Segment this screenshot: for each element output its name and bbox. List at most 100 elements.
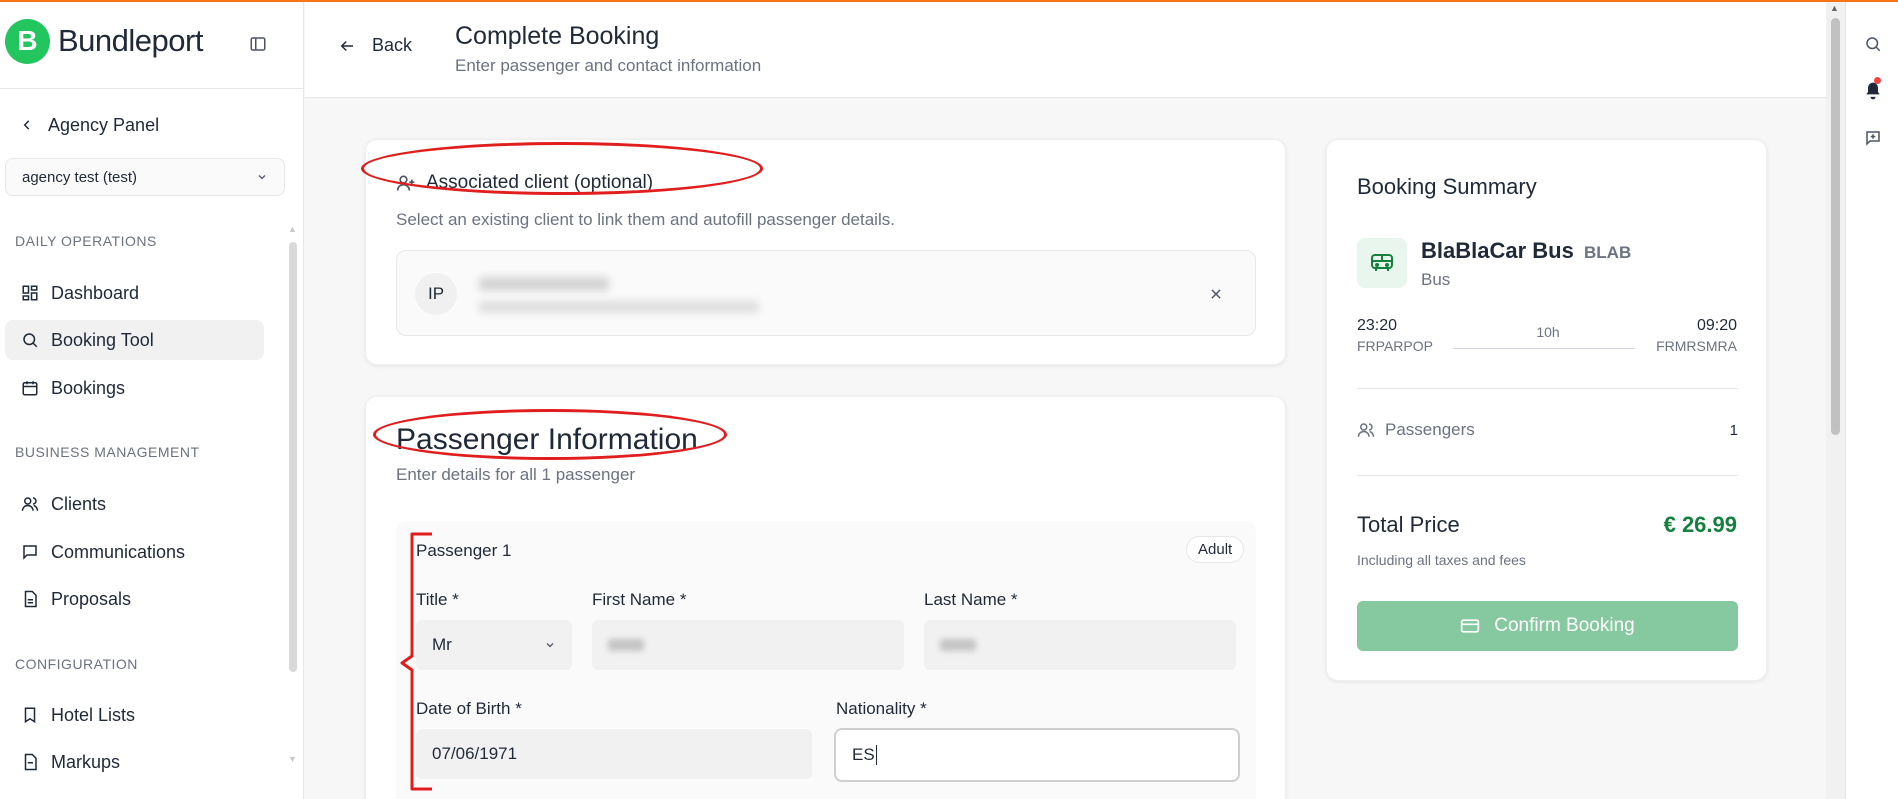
clear-client-button[interactable]	[1205, 283, 1227, 305]
bell-icon	[1866, 82, 1880, 100]
summary-divider	[1357, 475, 1738, 476]
sidebar-scroll-down[interactable]: ▼	[288, 754, 297, 764]
sidebar-item-hotel-lists[interactable]: Hotel Lists	[5, 695, 264, 735]
sidebar-item-booking-tool[interactable]: Booking Tool	[5, 320, 264, 360]
summary-divider	[1357, 388, 1738, 389]
sidebar-item-communications[interactable]: Communications	[5, 532, 264, 572]
arrow-left-icon	[340, 40, 353, 51]
first-name-input[interactable]	[592, 620, 904, 670]
sidebar-item-bookings[interactable]: Bookings	[5, 368, 264, 408]
title-select-value: Mr	[432, 635, 452, 654]
passenger-information-title: Passenger Information	[396, 423, 698, 456]
right-rail	[1845, 2, 1898, 799]
associated-client-heading: Associated client (optional)	[396, 172, 653, 194]
last-name-label: Last Name *	[924, 590, 1018, 609]
transport-type: Bus	[1421, 270, 1451, 289]
back-label: Back	[372, 35, 413, 55]
associated-client-description: Select an existing client to link them a…	[396, 210, 895, 229]
document-icon	[19, 751, 41, 773]
sidebar-scrollbar[interactable]	[289, 242, 297, 672]
operator-name: BlaBlaCar Bus	[1421, 238, 1574, 263]
sidebar-item-label: Markups	[51, 751, 121, 772]
last-name-input[interactable]	[924, 620, 1236, 670]
dob-input[interactable]: 07/06/1971	[416, 729, 812, 779]
sidebar-item-label: Booking Tool	[51, 329, 154, 350]
users-icon	[1357, 421, 1375, 439]
sidebar-item-dashboard[interactable]: Dashboard	[5, 273, 264, 313]
trip-duration: 10h	[1536, 324, 1560, 340]
route-line	[1453, 348, 1635, 349]
text-caret	[875, 745, 877, 765]
section-title-config: CONFIGURATION	[15, 656, 138, 672]
bookmark-icon	[19, 704, 41, 726]
client-name-redacted	[479, 277, 609, 291]
confirm-booking-label: Confirm Booking	[1494, 615, 1635, 636]
nationality-value: ES	[852, 745, 875, 764]
total-price-label: Total Price	[1357, 512, 1460, 537]
rail-notifications-button[interactable]	[1862, 77, 1884, 102]
top-accent-bar	[0, 0, 1898, 2]
main-scroll-up[interactable]: ▲	[1830, 3, 1839, 13]
passenger-type-badge: Adult	[1186, 536, 1245, 563]
nationality-input[interactable]: ES	[834, 728, 1240, 782]
sidebar-item-markups[interactable]: Markups	[5, 742, 264, 782]
search-icon	[1866, 37, 1881, 52]
sidebar-scroll-up[interactable]: ▲	[288, 224, 297, 234]
dob-value: 07/06/1971	[432, 744, 518, 763]
chevron-down-icon	[258, 175, 266, 180]
agency-panel-back[interactable]: Agency Panel	[20, 112, 159, 138]
passenger-form: Passenger 1 Adult Title * Mr First Name …	[396, 521, 1256, 799]
total-price-value: € 26.99	[1663, 512, 1737, 537]
document-icon	[19, 588, 41, 610]
message-icon	[19, 541, 41, 563]
departure-code: FRPARPOP	[1357, 338, 1433, 354]
client-email-redacted	[479, 301, 759, 313]
passengers-label: Passengers	[1385, 420, 1475, 439]
agency-panel-label: Agency Panel	[48, 114, 160, 135]
credit-card-icon	[1460, 618, 1480, 634]
sidebar-toggle-button[interactable]	[246, 32, 270, 56]
app-root: B Bundleport Agency Panel agency test (t…	[0, 0, 1898, 799]
back-button[interactable]: Back	[338, 35, 412, 56]
sidebar-item-label: Dashboard	[51, 282, 140, 303]
sidebar-item-proposals[interactable]: Proposals	[5, 579, 264, 619]
associated-client-card: Associated client (optional) Select an e…	[365, 139, 1286, 365]
confirm-booking-button[interactable]: Confirm Booking	[1357, 601, 1738, 651]
first-name-redacted	[608, 639, 644, 651]
passenger-information-card: Passenger Information Enter details for …	[365, 396, 1286, 799]
message-plus-icon	[1866, 131, 1880, 146]
passenger-information-subtitle: Enter details for all 1 passenger	[396, 465, 636, 484]
booking-summary-title: Booking Summary	[1357, 174, 1537, 199]
title-label: Title *	[416, 590, 459, 609]
selected-client[interactable]: IP	[396, 250, 1256, 336]
brand-name: Bundleport	[58, 23, 203, 58]
main-scrollbar-thumb[interactable]	[1831, 18, 1840, 435]
first-name-label: First Name *	[592, 590, 687, 609]
booking-summary-card: Booking Summary BlaBlaCar Bus BLAB Bus 2…	[1326, 139, 1767, 681]
sidebar: B Bundleport Agency Panel agency test (t…	[0, 2, 304, 799]
rail-search-button[interactable]	[1862, 33, 1884, 55]
sidebar-item-clients[interactable]: Clients	[5, 484, 264, 524]
tax-note: Including all taxes and fees	[1357, 552, 1526, 568]
agency-select[interactable]: agency test (test)	[5, 158, 285, 196]
logo-icon: B	[5, 18, 50, 64]
section-title-business: BUSINESS MANAGEMENT	[15, 444, 200, 460]
passengers-count: 1	[1729, 421, 1738, 439]
sidebar-item-label: Communications	[51, 541, 186, 562]
passenger-label: Passenger 1	[416, 541, 512, 560]
page-title: Complete Booking	[455, 22, 660, 50]
departure-time: 23:20	[1357, 317, 1398, 334]
agency-select-value: agency test (test)	[22, 168, 138, 186]
sidebar-divider	[0, 88, 304, 89]
users-icon	[19, 493, 41, 515]
close-icon	[1211, 289, 1221, 299]
title-select[interactable]: Mr	[416, 620, 572, 670]
brand-logo[interactable]: B Bundleport	[5, 18, 203, 64]
arrival-time: 09:20	[1696, 317, 1737, 334]
sidebar-item-label: Clients	[51, 493, 107, 514]
page-header: Back Complete Booking Enter passenger an…	[305, 2, 1826, 98]
arrival-code: FRMRSMRA	[1656, 338, 1737, 354]
passengers-row: Passengers 1	[1357, 420, 1738, 440]
chevron-down-icon	[546, 643, 554, 648]
rail-feedback-button[interactable]	[1862, 127, 1884, 149]
